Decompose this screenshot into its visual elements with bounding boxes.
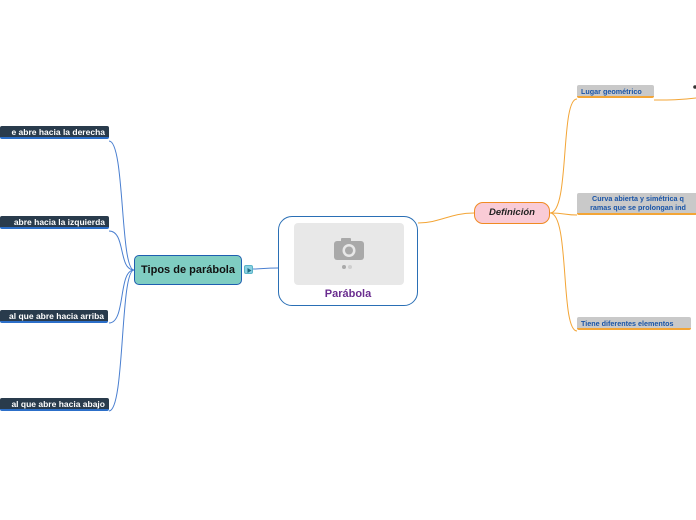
link-tipos-leaf-2 [108, 230, 135, 271]
play-icon [247, 268, 252, 273]
link-lugar-continuation [653, 97, 696, 101]
link-def-lugar [549, 98, 578, 214]
leaf-abre-arriba[interactable]: al que abre hacia arriba [0, 310, 108, 323]
link-tipos-leaf-4 [108, 269, 135, 412]
leaf-lugar-geometrico[interactable]: Lugar geométrico [577, 85, 654, 98]
link-central-definicion [417, 212, 475, 224]
branch-tipos-de-parabola[interactable]: Tipos de parábola [134, 255, 242, 285]
central-title: Parábola [324, 288, 372, 300]
link-def-tiene [549, 212, 578, 332]
leaf-abre-abajo[interactable]: al que abre hacia abajo [0, 398, 109, 411]
central-topic-parabola[interactable]: Parábola [278, 216, 418, 306]
link-tipos-leaf-3 [108, 269, 135, 324]
leaf-curva-abierta[interactable]: Curva abierta y simétrica q ramas que se… [577, 193, 696, 215]
leaf-abre-derecha[interactable]: e abre hacia la derecha [0, 126, 109, 139]
image-placeholder [294, 223, 404, 285]
leaf-label: Lugar geométrico [581, 87, 642, 96]
leaf-abre-izquierda[interactable]: abre hacia la izquierda [0, 216, 109, 229]
leaf-label-line-2: ramas que se prolongan ind [590, 202, 686, 212]
branch-definicion[interactable]: Definición [474, 202, 550, 224]
collapse-toggle[interactable] [244, 265, 253, 274]
link-central-tipos [252, 267, 279, 270]
camera-icon [334, 238, 364, 269]
leaf-tiene-elementos[interactable]: Tiene diferentes elementos [577, 317, 691, 330]
leaf-label: Tiene diferentes elementos [581, 319, 674, 328]
